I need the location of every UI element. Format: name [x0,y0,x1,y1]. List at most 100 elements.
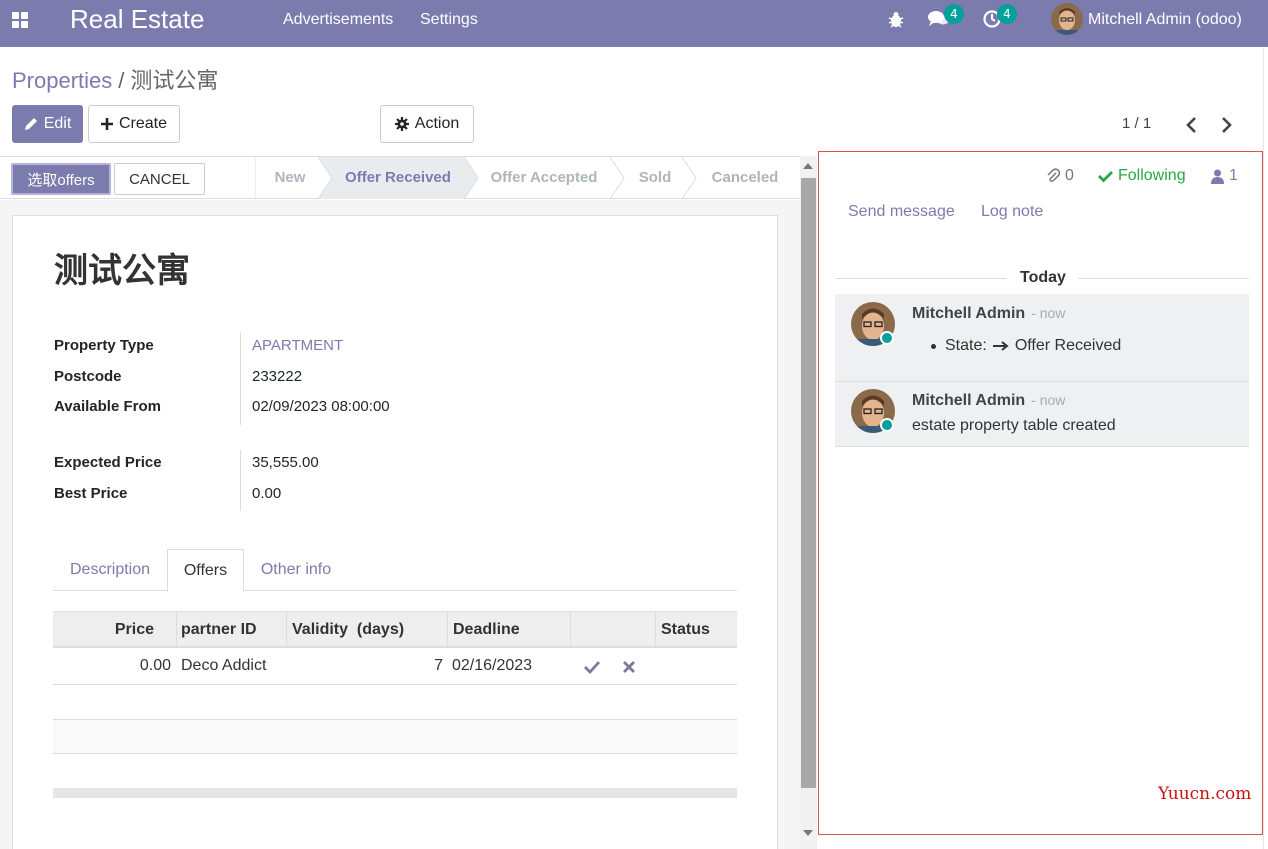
bug-icon[interactable] [888,11,904,33]
table-footer [53,788,737,798]
user-avatar[interactable] [1051,3,1083,35]
gear-icon [394,117,409,131]
menu-advertisements[interactable]: Advertisements [283,11,393,29]
activities-badge: 4 [997,4,1017,24]
cancel-button[interactable]: CANCEL [114,163,205,195]
attachments-button[interactable]: 0 [1046,167,1074,185]
offer-validity: 7 [434,657,443,674]
message-author-name[interactable]: Mitchell Admin [912,392,1025,409]
top-navbar: Real Estate Advertisements Settings 4 4 … [0,0,1268,47]
apps-icon[interactable] [12,12,30,30]
edit-button[interactable]: Edit [12,105,83,143]
stage-new[interactable]: New [255,157,325,199]
refuse-offer-icon[interactable] [623,661,635,673]
table-row-empty [53,754,737,788]
form-statusbar: 选取offers CANCEL New Offer Received Offer… [0,156,800,199]
column-partner[interactable]: partner ID [176,612,287,647]
tab-offers[interactable]: Offers [167,549,244,592]
attachments-count: 0 [1065,167,1074,184]
best-price-label: Best Price [54,485,128,502]
scrollbar-thumb[interactable] [801,178,816,788]
available-from-label: Available From [54,398,161,415]
action-button[interactable]: Action [380,105,474,143]
tracking-new-value: Offer Received [1014,337,1122,354]
column-actions [571,612,656,647]
edit-label: Edit [43,115,72,132]
stage-canceled[interactable]: Canceled [700,157,790,199]
accept-offer-icon[interactable] [584,660,600,674]
messages-badge: 4 [944,4,964,24]
column-deadline[interactable]: Deadline [448,612,571,647]
pager-value[interactable]: 1 / 1 [1122,115,1151,132]
stage-offer-accepted[interactable]: Offer Accepted [478,157,610,199]
user-icon [1211,169,1224,184]
column-status[interactable]: Status [656,612,737,647]
tab-other-info[interactable]: Other info [244,549,348,591]
offer-price: 0.00 [139,657,171,674]
date-divider-line [1078,278,1249,279]
notebook-tabs: Description Offers Other info [53,549,737,592]
menu-settings[interactable]: Settings [420,11,478,29]
chatter-message[interactable]: Mitchell Admin - now estate property tabl… [835,382,1249,447]
offer-partner: Deco Addict [181,657,267,674]
message-author: Mitchell Admin - now [912,392,1065,410]
send-message-button[interactable]: Send message [848,203,955,221]
app-brand[interactable]: Real Estate [70,4,204,35]
expected-price-label: Expected Price [54,454,162,471]
breadcrumb-separator: / [118,68,125,93]
tracking-field: State: [945,337,987,354]
offers-table-header: Price partner ID Validity (days) Deadlin… [53,611,737,648]
create-button[interactable]: Create [88,105,180,143]
best-price-value[interactable]: 0.00 [252,485,281,502]
followers-button[interactable]: 1 [1211,167,1238,185]
arrow-right-icon [992,341,1009,351]
chatter-message[interactable]: Mitchell Admin - now State: Offer Receive… [835,294,1249,382]
following-button[interactable]: Following [1098,167,1186,185]
action-label: Action [414,115,460,132]
message-author-name[interactable]: Mitchell Admin [912,305,1025,322]
field-separator [240,450,241,511]
property-type-value[interactable]: APARTMENT [252,337,343,354]
message-body: estate property table created [912,417,1116,434]
message-author: Mitchell Admin - now [912,305,1065,323]
paperclip-icon [1047,168,1060,183]
plus-icon [100,118,113,130]
tab-description[interactable]: Description [53,549,167,591]
followers-count: 1 [1229,167,1238,184]
available-from-value[interactable]: 02/09/2023 08:00:00 [252,398,390,415]
stage-offer-received[interactable]: Offer Received [332,157,464,199]
select-offers-button[interactable]: 选取offers [11,163,111,195]
tracking-value: State: Offer Received [931,337,1122,355]
scroll-down-icon[interactable] [803,829,813,837]
date-divider-line [835,278,1006,279]
field-separator [240,332,241,425]
chevron-left-icon [1186,117,1196,133]
create-label: Create [118,115,168,132]
window-edge [1263,48,1268,849]
pager-next-button[interactable] [1214,113,1238,137]
table-row[interactable]: 0.00 Deco Addict 7 02/16/2023 [53,649,737,685]
watermark-text: Yuucn.com [1158,784,1252,804]
user-menu[interactable]: Mitchell Admin (odoo) [1088,11,1242,29]
property-type-label: Property Type [54,337,154,354]
check-icon [1098,170,1113,182]
scroll-up-icon[interactable] [803,162,813,170]
online-status-icon [880,331,894,345]
log-note-button[interactable]: Log note [981,203,1043,221]
pager-previous-button[interactable] [1180,113,1204,137]
stage-sold[interactable]: Sold [620,157,690,199]
breadcrumb-parent[interactable]: Properties [12,68,112,93]
chatter-panel [818,151,1263,835]
chevron-right-icon [1222,117,1232,133]
column-validity[interactable]: Validity (days) [287,612,448,647]
table-row-empty [53,720,737,754]
message-time: - now [1031,305,1066,321]
following-label: Following [1118,167,1186,184]
postcode-value[interactable]: 233222 [252,368,302,385]
breadcrumb: Properties / 测试公寓 [12,63,218,95]
expected-price-value[interactable]: 35,555.00 [252,454,319,471]
record-title[interactable]: 测试公寓 [54,243,190,292]
column-price[interactable]: Price [53,612,177,647]
table-row-empty [53,685,737,720]
pencil-icon [24,118,37,130]
